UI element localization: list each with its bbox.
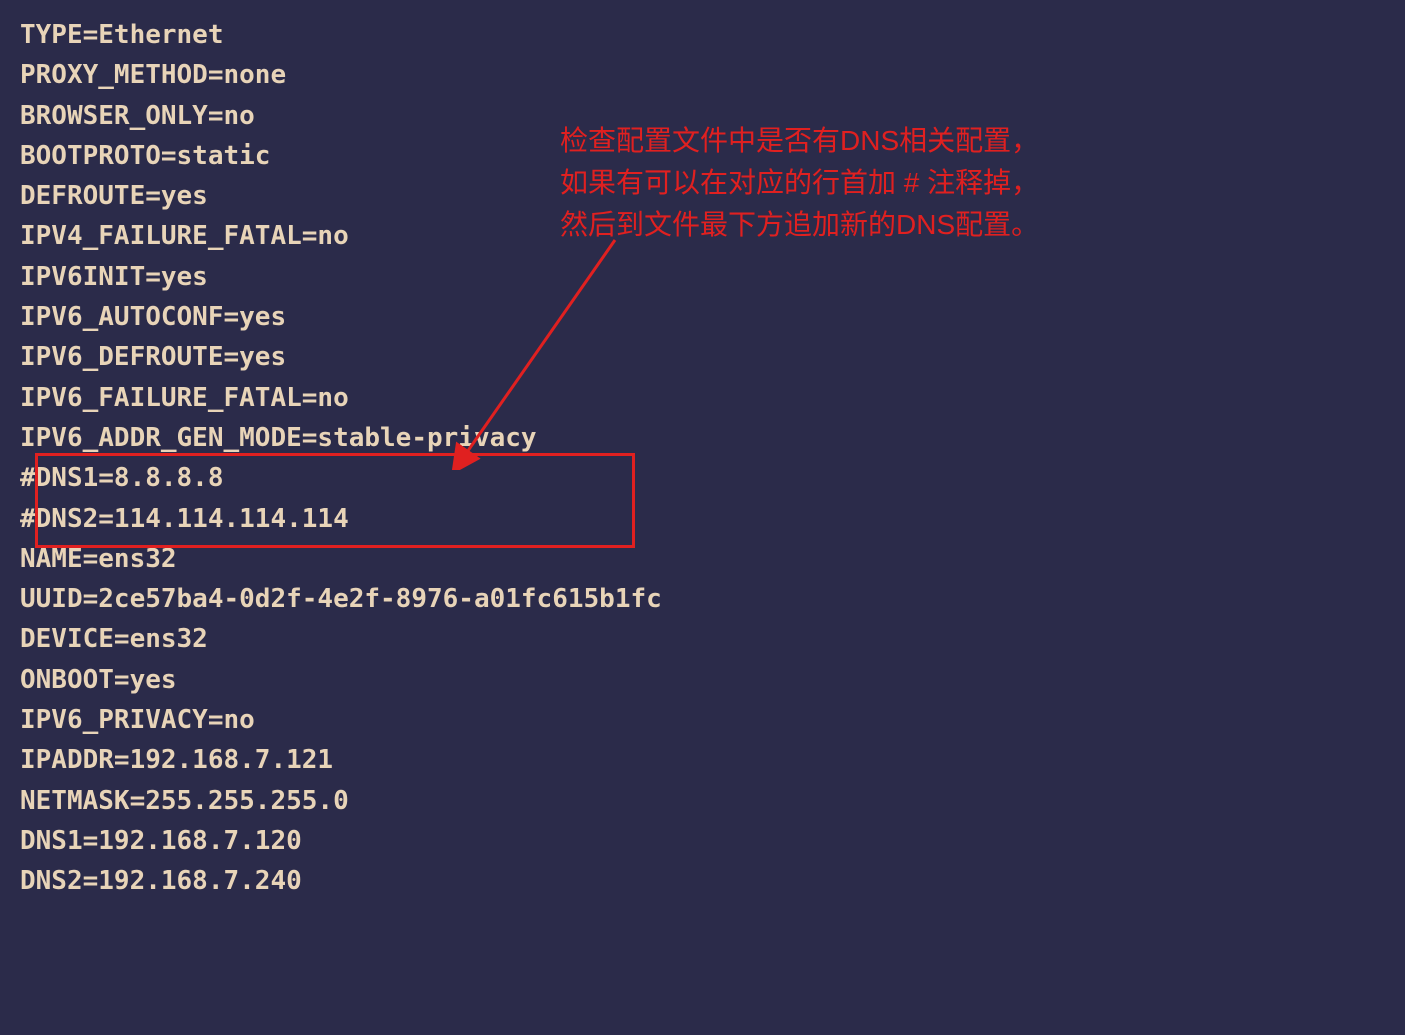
config-line: DEVICE=ens32 bbox=[20, 619, 1385, 659]
config-line-dns-commented: #DNS2=114.114.114.114 bbox=[20, 499, 1385, 539]
config-line: UUID=2ce57ba4-0d2f-4e2f-8976-a01fc615b1f… bbox=[20, 579, 1385, 619]
config-line: NETMASK=255.255.255.0 bbox=[20, 781, 1385, 821]
config-line-dns-commented: #DNS1=8.8.8.8 bbox=[20, 458, 1385, 498]
config-line: IPV6_AUTOCONF=yes bbox=[20, 297, 1385, 337]
config-line: IPADDR=192.168.7.121 bbox=[20, 740, 1385, 780]
config-line: DNS1=192.168.7.120 bbox=[20, 821, 1385, 861]
terminal-config-editor[interactable]: TYPE=Ethernet PROXY_METHOD=none BROWSER_… bbox=[20, 15, 1385, 902]
config-line: IPV6_DEFROUTE=yes bbox=[20, 337, 1385, 377]
config-line: IPV6_PRIVACY=no bbox=[20, 700, 1385, 740]
config-line: IPV6_FAILURE_FATAL=no bbox=[20, 378, 1385, 418]
config-line: IPV6_ADDR_GEN_MODE=stable-privacy bbox=[20, 418, 1385, 458]
config-line: NAME=ens32 bbox=[20, 539, 1385, 579]
config-line: IPV6INIT=yes bbox=[20, 257, 1385, 297]
config-line: DNS2=192.168.7.240 bbox=[20, 861, 1385, 901]
config-line: TYPE=Ethernet bbox=[20, 15, 1385, 55]
config-line: ONBOOT=yes bbox=[20, 660, 1385, 700]
config-line: PROXY_METHOD=none bbox=[20, 55, 1385, 95]
annotation-text: 检查配置文件中是否有DNS相关配置， 如果有可以在对应的行首加 # 注释掉， 然… bbox=[560, 120, 1039, 246]
